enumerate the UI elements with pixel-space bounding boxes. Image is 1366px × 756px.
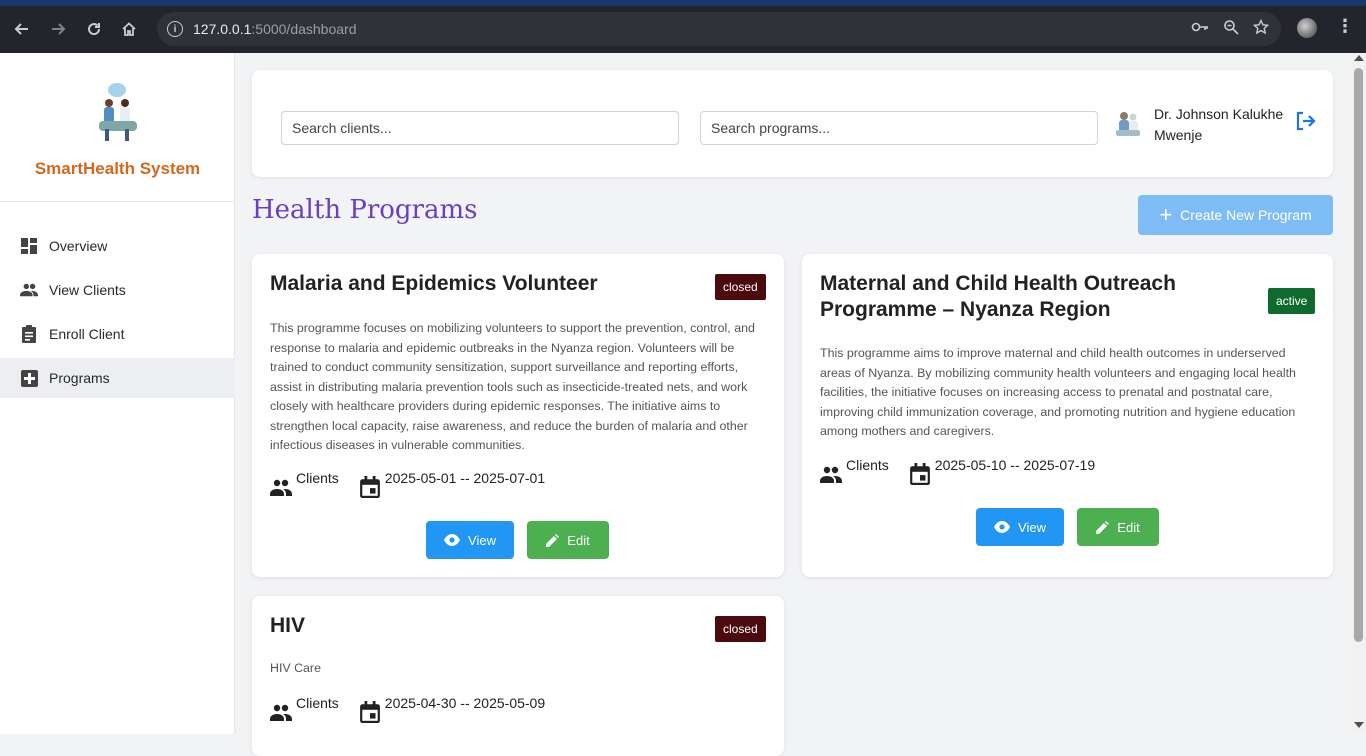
sidebar-item-label: Overview xyxy=(49,238,108,254)
sidebar-item-overview[interactable]: Overview xyxy=(0,226,235,266)
status-badge: closed xyxy=(715,616,766,642)
clients-label: Clients xyxy=(296,695,339,711)
scroll-down-arrow[interactable] xyxy=(1354,722,1364,728)
program-card: HIV closed HIV Care Clients 2025-04-30 -… xyxy=(252,596,784,756)
forward-icon[interactable] xyxy=(46,17,70,41)
dashboard-icon xyxy=(20,237,38,255)
sidebar-item-programs[interactable]: Programs xyxy=(0,358,235,398)
doctor-avatar xyxy=(1113,108,1143,140)
program-title: Maternal and Child Health Outreach Progr… xyxy=(820,272,1176,321)
status-badge: closed xyxy=(715,274,766,300)
scroll-up-arrow[interactable] xyxy=(1354,55,1364,61)
calendar-icon xyxy=(359,701,380,723)
search-programs-input[interactable] xyxy=(700,111,1098,145)
status-badge: active xyxy=(1268,288,1316,314)
tab-strip xyxy=(0,0,1366,6)
top-bar: Dr. Johnson Kalukhe Mwenje xyxy=(252,70,1333,177)
app-logo xyxy=(95,81,141,143)
url-text[interactable]: 127.0.0.1:5000/dashboard xyxy=(193,21,356,37)
address-bar[interactable]: i 127.0.0.1:5000/dashboard xyxy=(157,12,1281,46)
view-button[interactable]: View xyxy=(976,508,1064,546)
browser-toolbar: i 127.0.0.1:5000/dashboard ⋮ xyxy=(0,0,1366,53)
view-button[interactable]: View xyxy=(426,521,514,559)
doctor-name: Dr. Johnson Kalukhe Mwenje xyxy=(1154,106,1284,143)
sidebar-item-label: Programs xyxy=(49,370,110,386)
program-card: Maternal and Child Health Outreach Progr… xyxy=(802,254,1333,577)
calendar-icon xyxy=(359,476,380,498)
edit-button[interactable]: Edit xyxy=(527,521,609,559)
sidebar-item-label: Enroll Client xyxy=(49,326,125,342)
program-description: This programme focuses on mobilizing vol… xyxy=(270,321,755,452)
clients-label: Clients xyxy=(846,457,889,473)
program-dates: 2025-05-10 -- 2025-07-19 xyxy=(934,457,1096,473)
program-meta: Clients 2025-05-10 -- 2025-07-19 xyxy=(820,457,1095,485)
sidebar-item-view-clients[interactable]: View Clients xyxy=(0,270,235,310)
program-title: HIV xyxy=(270,614,306,637)
program-description: HIV Care xyxy=(270,661,321,675)
program-card: Malaria and Epidemics Volunteer closed T… xyxy=(252,254,784,577)
search-clients-input[interactable] xyxy=(281,111,679,145)
clients-label: Clients xyxy=(296,470,339,486)
back-icon[interactable] xyxy=(10,17,34,41)
people-icon xyxy=(270,479,292,496)
pencil-icon xyxy=(546,533,560,547)
create-program-button[interactable]: + Create New Program xyxy=(1138,195,1333,235)
calendar-icon xyxy=(909,463,930,485)
edit-button[interactable]: Edit xyxy=(1077,508,1159,546)
medical-plus-icon xyxy=(20,369,38,387)
clipboard-icon xyxy=(20,325,38,343)
home-icon[interactable] xyxy=(117,17,141,41)
page-title: Health Programs xyxy=(252,195,478,225)
sidebar: SmartHealth System Overview View Clients… xyxy=(0,53,235,734)
scrollbar-thumb[interactable] xyxy=(1354,68,1363,642)
eye-icon xyxy=(444,534,461,546)
people-icon xyxy=(270,704,292,721)
profile-avatar[interactable] xyxy=(1297,18,1317,38)
zoom-icon[interactable] xyxy=(1223,19,1239,40)
program-dates: 2025-04-30 -- 2025-05-09 xyxy=(384,695,546,711)
sidebar-item-enroll-client[interactable]: Enroll Client xyxy=(0,314,235,354)
site-info-icon[interactable]: i xyxy=(167,21,183,37)
brand-name: SmartHealth System xyxy=(34,159,201,178)
eye-icon xyxy=(994,521,1011,533)
plus-icon: + xyxy=(1159,202,1173,227)
bookmark-star-icon[interactable] xyxy=(1252,18,1270,40)
people-icon xyxy=(20,281,38,299)
program-title: Malaria and Epidemics Volunteer xyxy=(270,272,598,295)
reload-icon[interactable] xyxy=(82,17,106,41)
program-description: This programme aims to improve maternal … xyxy=(820,346,1296,438)
sidebar-item-label: View Clients xyxy=(49,282,126,298)
pencil-icon xyxy=(1096,520,1110,534)
sidebar-divider xyxy=(0,201,235,202)
program-dates: 2025-05-01 -- 2025-07-01 xyxy=(384,470,546,486)
chrome-menu-icon[interactable]: ⋮ xyxy=(1336,16,1354,37)
logout-icon[interactable] xyxy=(1294,110,1316,132)
program-meta: Clients 2025-05-01 -- 2025-07-01 xyxy=(270,470,545,498)
password-key-icon[interactable] xyxy=(1191,19,1209,40)
program-meta: Clients 2025-04-30 -- 2025-05-09 xyxy=(270,695,545,723)
people-icon xyxy=(820,466,842,483)
